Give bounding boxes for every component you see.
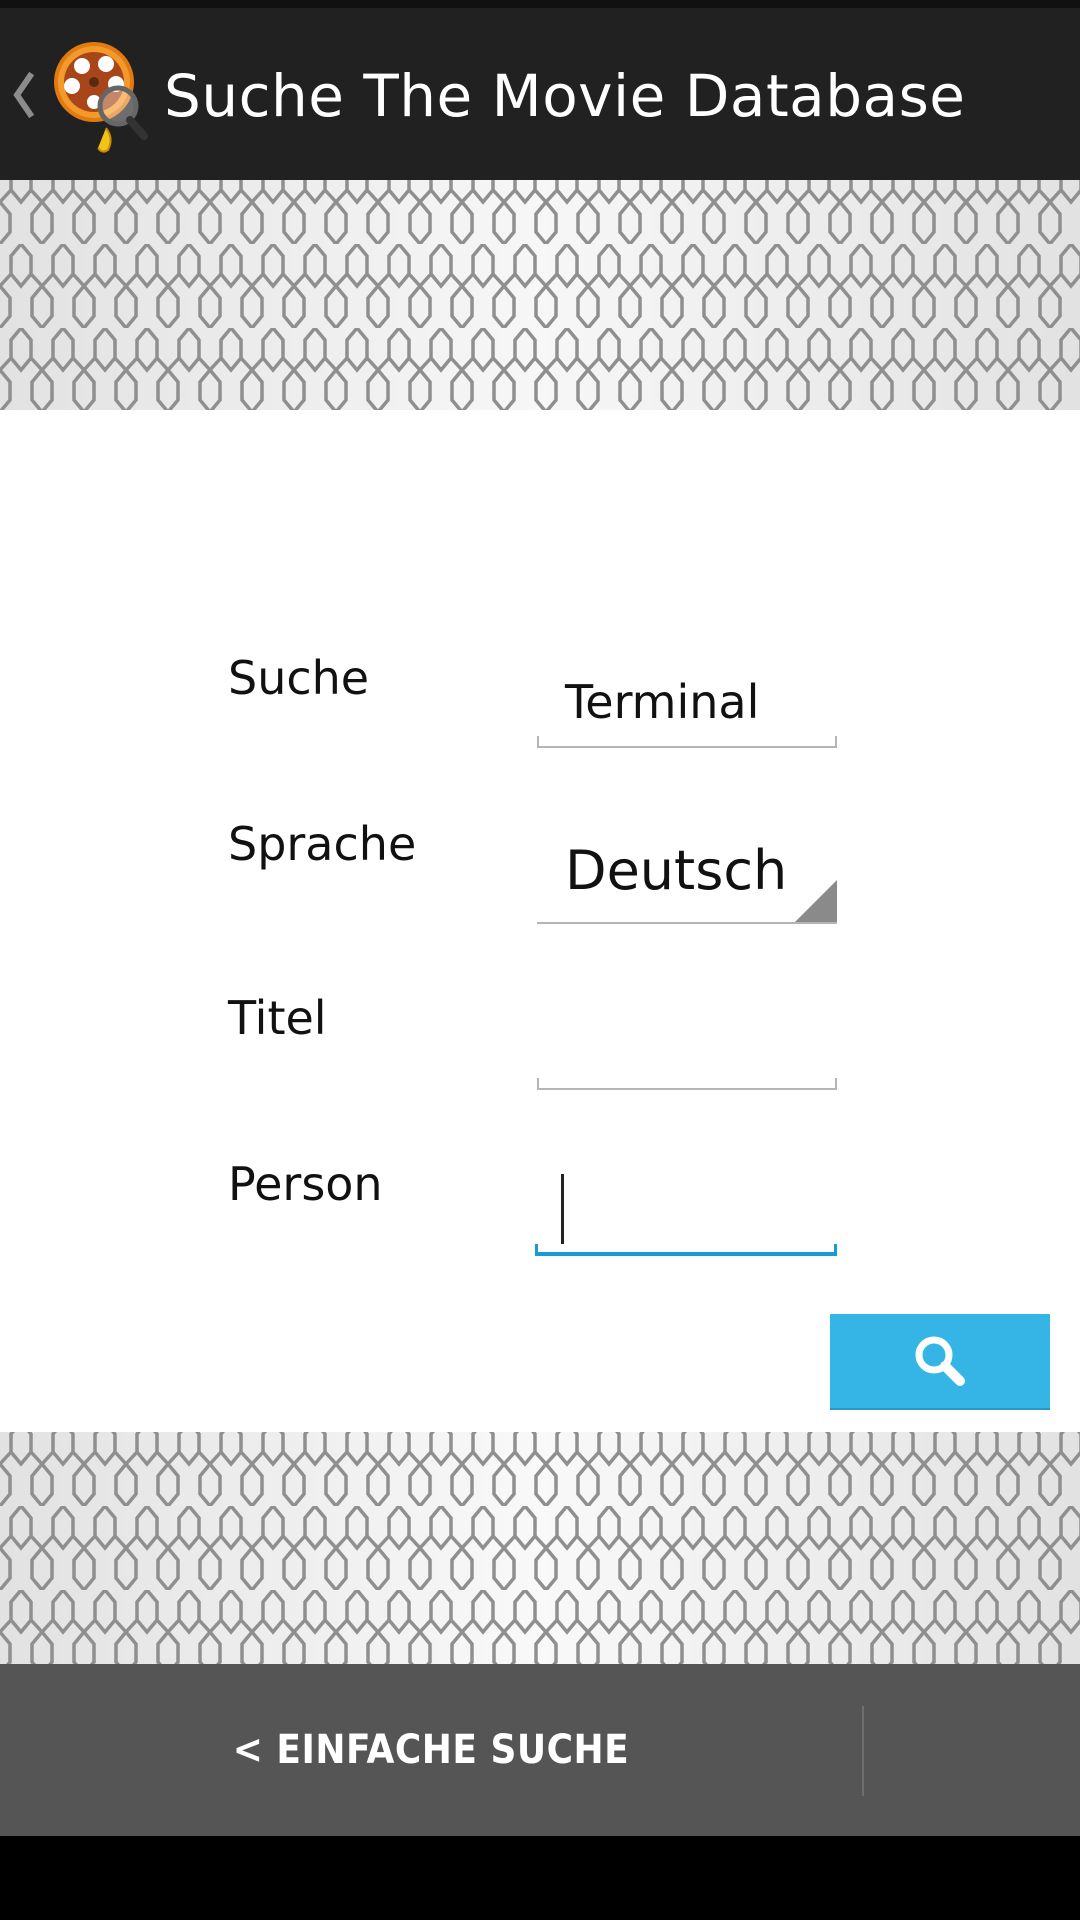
title-label: Titel — [228, 991, 327, 1045]
search-button[interactable] — [830, 1314, 1050, 1410]
screen: Suche The Movie Database Suche Terminal … — [0, 0, 1080, 1920]
film-reel-magnifier-icon[interactable] — [44, 36, 154, 156]
simple-search-button[interactable]: < EINFACHE SUCHE — [0, 1664, 862, 1836]
system-nav-bar — [0, 1836, 1080, 1920]
search-label: Suche — [228, 651, 370, 705]
text-cursor — [561, 1174, 564, 1244]
search-icon — [915, 1336, 965, 1386]
language-value: Deutsch — [565, 839, 788, 902]
app-title: Suche The Movie Database — [164, 62, 966, 130]
hexagon-footer-banner — [0, 1432, 1080, 1664]
search-field[interactable]: Terminal — [537, 660, 837, 748]
bottom-bar-divider — [862, 1706, 864, 1796]
person-field[interactable] — [535, 1166, 837, 1256]
title-field-underline — [537, 1078, 837, 1090]
search-field-underline — [537, 736, 837, 748]
bottom-action-bar: < EINFACHE SUCHE — [0, 1664, 1080, 1836]
language-spinner-underline — [537, 920, 837, 924]
language-label: Sprache — [228, 817, 417, 871]
search-value: Terminal — [565, 675, 760, 729]
language-spinner[interactable]: Deutsch — [537, 822, 837, 924]
person-label: Person — [228, 1157, 383, 1211]
title-field[interactable] — [537, 1000, 837, 1090]
hexagon-header-banner — [0, 180, 1080, 410]
up-caret-icon[interactable] — [10, 70, 36, 120]
status-strip — [0, 0, 1080, 8]
spinner-arrow-icon — [795, 880, 837, 922]
action-bar: Suche The Movie Database — [0, 8, 1080, 180]
person-field-underline — [535, 1244, 837, 1256]
